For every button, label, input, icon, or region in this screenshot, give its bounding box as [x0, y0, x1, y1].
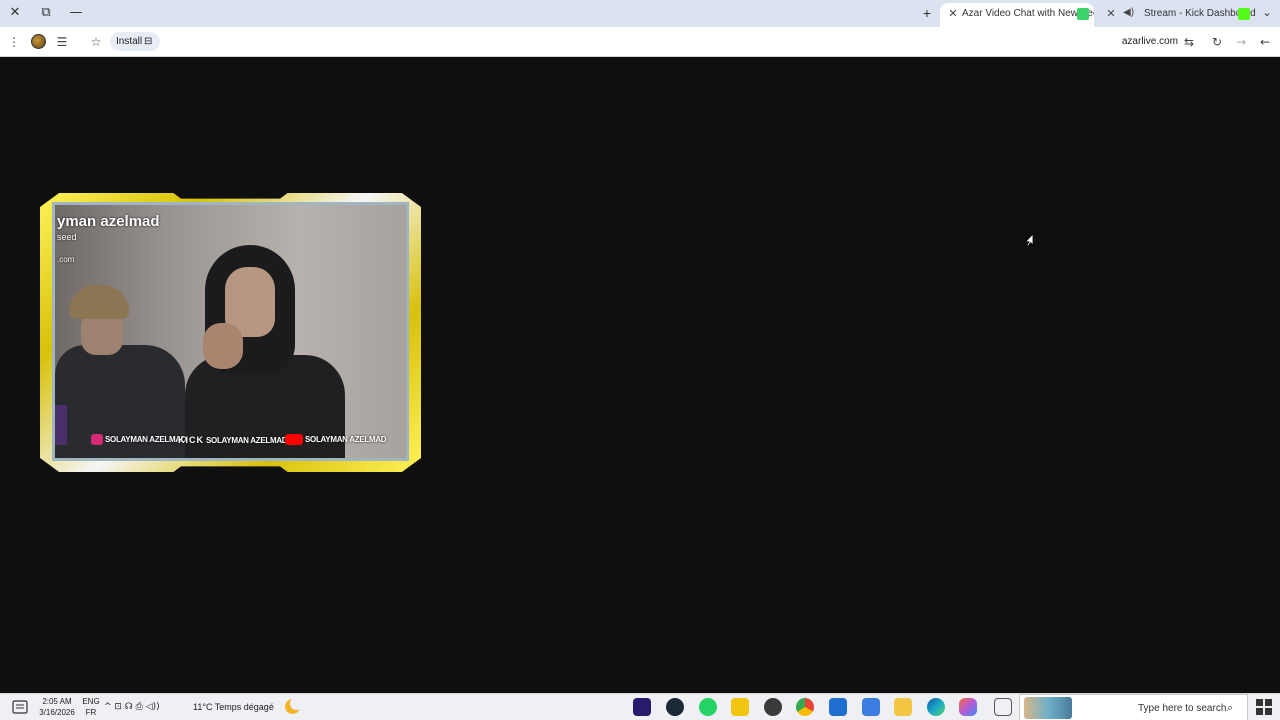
new-tab-button[interactable]: +	[919, 3, 935, 23]
kick-handle: KICK SOLAYMAN AZELMAD	[178, 435, 288, 445]
page-viewport: yman azelmad seed .com SOLAYMAN AZELMAD …	[0, 58, 1280, 693]
tab-azar[interactable]: ✕ Azar Video Chat with New Peo	[940, 3, 1094, 27]
windows-start-icon[interactable]	[1256, 699, 1272, 715]
taskbar-search[interactable]: Type here to search ⌕	[1019, 694, 1248, 720]
tab-audio-icon[interactable]: ◀)	[1123, 6, 1135, 20]
stream-video-frame: yman azelmad seed .com SOLAYMAN AZELMAD …	[40, 193, 421, 472]
profile-avatar[interactable]	[31, 34, 46, 49]
notifications-icon[interactable]	[12, 700, 28, 715]
tab-kick-dashboard[interactable]: ✕ Stream - Kick Dashboard	[1098, 3, 1258, 27]
window-restore-button[interactable]: ⧉	[31, 3, 61, 23]
copilot-icon[interactable]	[959, 698, 977, 716]
bookmark-star-icon[interactable]: ☆	[87, 33, 105, 51]
tab-close-icon[interactable]: ✕	[1104, 3, 1118, 25]
search-icon: ⌕	[1227, 702, 1234, 714]
chrome-menu-icon[interactable]: ⋮	[5, 33, 23, 51]
install-label: Install	[116, 36, 143, 47]
window-close-button[interactable]: ✕	[0, 3, 30, 23]
instagram-icon	[91, 434, 103, 446]
mail-icon[interactable]	[829, 698, 847, 716]
file-explorer-icon[interactable]	[894, 698, 912, 716]
streamer-name: yman azelmad	[57, 213, 160, 230]
edge-icon[interactable]	[927, 698, 945, 716]
weather-widget[interactable]: 11°C Temps dégagé	[193, 699, 274, 716]
premiere-pro-icon[interactable]	[633, 698, 651, 716]
streamer-subtitle: seed	[57, 232, 77, 242]
chrome-icon[interactable]	[796, 698, 814, 716]
youtube-handle: SOLAYMAN AZELMAD	[285, 433, 387, 447]
search-placeholder: Type here to search	[1138, 703, 1227, 714]
screen: ✕ ⧉ — + ✕ Azar Video Chat with New Peo ✕…	[0, 0, 1280, 720]
tab-strip: ✕ ⧉ — + ✕ Azar Video Chat with New Peo ✕…	[0, 0, 1280, 27]
tab-title: Azar Video Chat with New Peo	[962, 8, 1094, 19]
site-settings-icon[interactable]: ⇆	[1180, 33, 1198, 51]
clock-time: 2:05 AM	[42, 697, 72, 706]
kick-icon: KICK	[178, 435, 204, 445]
youtube-icon	[285, 434, 303, 446]
moon-icon	[285, 697, 303, 714]
address-bar-url[interactable]: azarlive.com	[1118, 34, 1178, 50]
clock-date: 3/16/2026	[39, 708, 75, 717]
browser-toolbar: ⋮ ☰ ☆ Install ⊟ azarlive.com ⇆ ↻ → ←	[0, 27, 1280, 57]
instagram-handle: SOLAYMAN AZELMAD	[91, 433, 187, 447]
lang-bottom: FR	[85, 708, 97, 717]
language-indicator[interactable]: ENG FR	[82, 696, 100, 720]
reload-icon[interactable]: ↻	[1208, 33, 1226, 51]
search-highlight-image	[1024, 697, 1072, 719]
lang-top: ENG	[82, 697, 100, 706]
kick-favicon-icon	[1238, 8, 1250, 20]
system-clock[interactable]: 2:05 AM 3/16/2026	[36, 696, 78, 720]
back-icon[interactable]: ←	[1256, 33, 1274, 51]
install-icon: ⊟	[144, 36, 153, 47]
microsoft-store-icon[interactable]	[862, 698, 880, 716]
social-handles: SOLAYMAN AZELMAD KICK SOLAYMAN AZELMAD SO…	[91, 433, 391, 447]
azar-favicon-icon	[1077, 8, 1089, 20]
taskbar: 2:05 AM 3/16/2026 ENG FR ^ ⊡ ☊ ⎙ ◁)) 11°…	[0, 693, 1280, 720]
tab-search-icon[interactable]: ☰	[53, 33, 71, 51]
install-app-button[interactable]: Install ⊟	[110, 32, 160, 51]
tab-close-icon[interactable]: ✕	[946, 3, 960, 25]
window-minimize-button[interactable]: —	[61, 3, 91, 23]
whatsapp-icon[interactable]	[699, 698, 717, 716]
obs-icon[interactable]	[764, 698, 782, 716]
steam-icon[interactable]	[666, 698, 684, 716]
tab-search-menu-button[interactable]: ⌄	[1258, 3, 1276, 23]
sticky-notes-icon[interactable]	[731, 698, 749, 716]
forward-icon[interactable]: →	[1232, 33, 1250, 51]
person-right	[185, 245, 345, 458]
task-view-icon[interactable]	[994, 698, 1012, 716]
streamer-url: .com	[57, 255, 75, 264]
mouse-cursor-icon	[1024, 233, 1034, 247]
webcam-video: yman azelmad seed .com SOLAYMAN AZELMAD …	[55, 205, 406, 458]
system-tray-icons[interactable]: ^ ⊡ ☊ ⎙ ◁))	[104, 699, 160, 716]
